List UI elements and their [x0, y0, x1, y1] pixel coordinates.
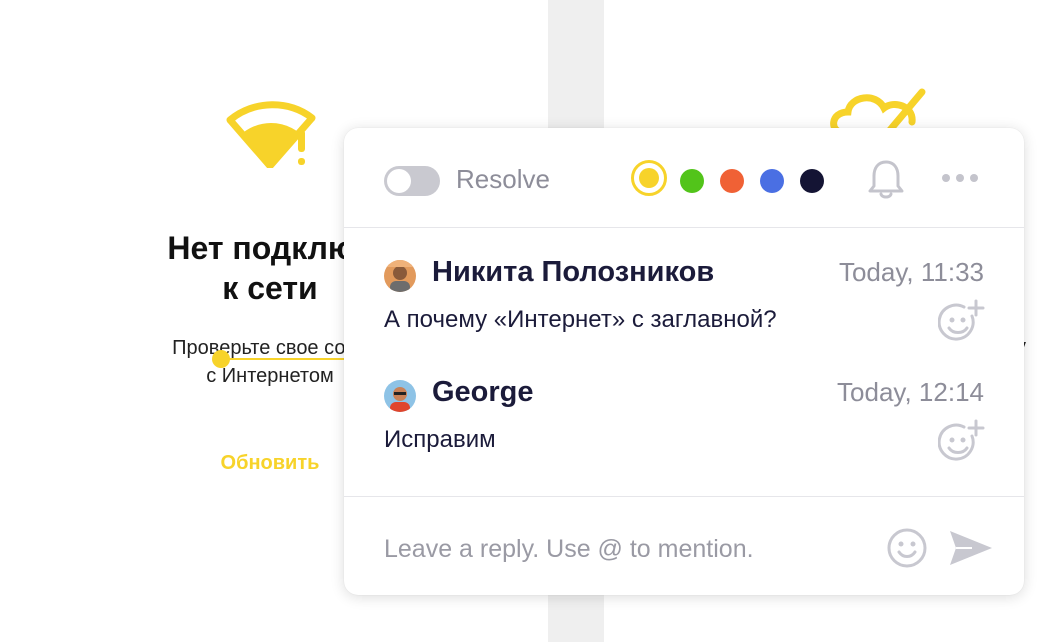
- comment-text: Исправим: [384, 426, 496, 453]
- emoji-icon[interactable]: [886, 527, 928, 569]
- color-swatch-blue[interactable]: [760, 169, 784, 193]
- avatar[interactable]: [384, 260, 416, 292]
- comment-card-header: Resolve: [344, 128, 1024, 228]
- comment-timestamp: Today, 12:14: [837, 377, 984, 407]
- wifi-warning-icon: [226, 101, 316, 168]
- comment-pin-connector: [222, 358, 352, 360]
- resolve-label: Resolve: [456, 164, 550, 194]
- comment-item: Никита Полозников Today, 11:33 А почему …: [344, 256, 1024, 380]
- comment-author: George: [432, 376, 534, 408]
- color-swatch-navy[interactable]: [800, 169, 824, 193]
- comment-author: Никита Полозников: [432, 256, 715, 288]
- avatar[interactable]: [384, 380, 416, 412]
- bell-icon[interactable]: [866, 158, 906, 200]
- comment-text: А почему «Интернет» с заглавной?: [384, 306, 777, 333]
- send-icon[interactable]: [948, 529, 994, 567]
- avatar-george-image: [384, 380, 416, 412]
- more-options-icon[interactable]: [940, 172, 980, 184]
- reply-input[interactable]: [384, 529, 864, 569]
- resolve-toggle[interactable]: [384, 166, 440, 196]
- color-swatch-yellow[interactable]: [631, 160, 667, 196]
- comment-pin[interactable]: [212, 350, 230, 368]
- avatar-nikita-image: [384, 260, 416, 292]
- toggle-knob: [387, 169, 411, 193]
- add-reaction-icon[interactable]: [938, 418, 986, 464]
- comment-item: George Today, 12:14 Исправим: [344, 376, 1024, 500]
- add-reaction-icon[interactable]: [938, 298, 986, 344]
- color-swatch-orange[interactable]: [720, 169, 744, 193]
- comment-timestamp: Today, 11:33: [838, 257, 984, 287]
- color-swatch-green[interactable]: [680, 169, 704, 193]
- reply-bar: [344, 496, 1024, 596]
- color-swatch-yellow-fill: [639, 168, 659, 188]
- comment-thread-card: Resolve Никита Полозников Today, 11:33 А…: [344, 128, 1024, 595]
